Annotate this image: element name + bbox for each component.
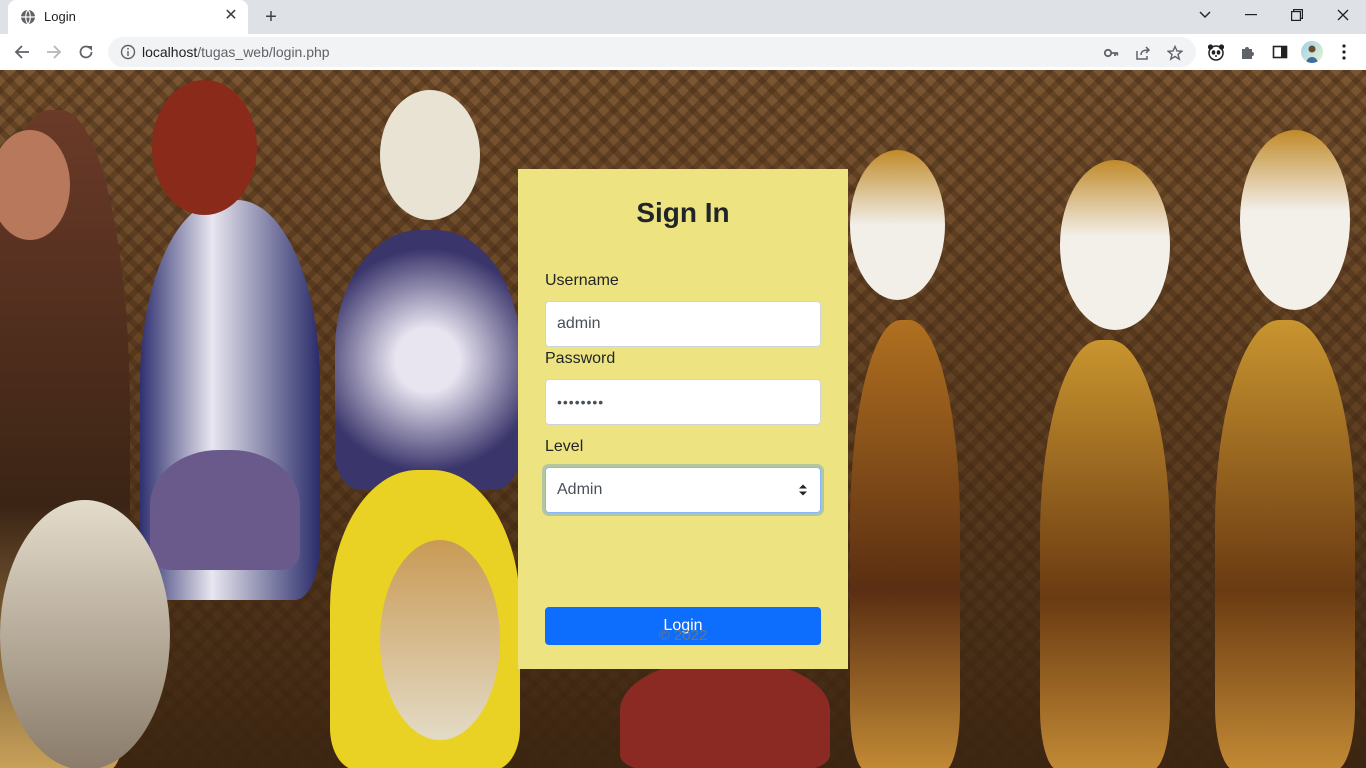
password-value: ••••••••: [557, 394, 605, 410]
url-path: /tugas_web/login.php: [197, 44, 330, 60]
page-title: Sign In: [636, 197, 730, 228]
close-icon[interactable]: ✕: [222, 7, 240, 25]
forward-icon[interactable]: [42, 40, 66, 64]
url-host: localhost: [142, 44, 198, 60]
select-arrow-icon: [798, 483, 808, 497]
level-label: Level: [545, 438, 584, 455]
info-icon[interactable]: [120, 44, 136, 60]
browser-toolbar: localhost/tugas_web/login.php: [0, 34, 1366, 70]
side-panel-icon[interactable]: [1270, 42, 1290, 62]
star-icon[interactable]: [1166, 44, 1184, 62]
globe-icon: [20, 9, 36, 25]
share-icon[interactable]: [1134, 44, 1152, 62]
key-icon[interactable]: [1102, 44, 1120, 62]
minimize-icon[interactable]: [1228, 0, 1274, 30]
back-icon[interactable]: [10, 40, 34, 64]
browser-tab[interactable]: Login ✕: [8, 0, 248, 34]
avatar[interactable]: [1301, 41, 1323, 63]
plus-icon[interactable]: +: [260, 6, 282, 28]
reload-icon[interactable]: [74, 40, 98, 64]
close-window-icon[interactable]: [1320, 0, 1366, 30]
puzzle-icon[interactable]: [1238, 42, 1258, 62]
browser-tab-bar: Login ✕ +: [0, 0, 1366, 34]
password-field[interactable]: ••••••••: [545, 379, 821, 425]
username-field[interactable]: admin: [545, 301, 821, 347]
chevron-down-icon[interactable]: [1182, 0, 1228, 30]
login-card: Sign In Username admin Password ••••••••…: [518, 169, 848, 669]
username-value: admin: [557, 315, 601, 332]
address-bar[interactable]: localhost/tugas_web/login.php: [108, 37, 1196, 67]
restore-icon[interactable]: [1274, 0, 1320, 30]
username-label: Username: [545, 272, 619, 289]
copyright-text: © 2022: [658, 627, 708, 644]
level-selected-value: Admin: [557, 481, 603, 498]
url-text: localhost/tugas_web/login.php: [142, 44, 330, 60]
panda-extension-icon[interactable]: [1206, 42, 1226, 62]
page-background: Sign In Username admin Password ••••••••…: [0, 70, 1366, 768]
level-select[interactable]: Admin: [545, 467, 821, 513]
menu-icon[interactable]: [1334, 42, 1354, 62]
tab-title: Login: [44, 9, 76, 24]
password-label: Password: [545, 350, 616, 367]
